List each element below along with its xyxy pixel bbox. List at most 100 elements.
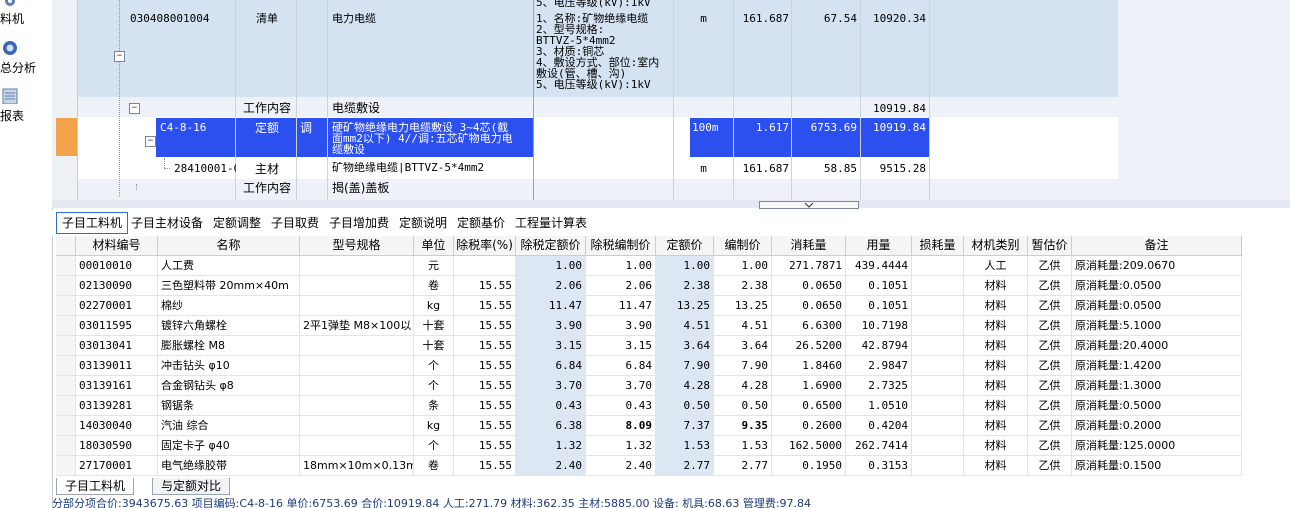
material-code-cell[interactable]: 14030040 — [76, 416, 158, 436]
collapse-toggle[interactable]: − — [145, 136, 156, 147]
unit-cell[interactable]: 个 — [414, 436, 454, 456]
quota-price-ex-tax-cell[interactable]: 2.40 — [516, 456, 586, 476]
category-cell[interactable]: 材料 — [964, 316, 1028, 336]
loss-cell[interactable] — [912, 316, 964, 336]
category-cell[interactable]: 材料 — [964, 396, 1028, 416]
material-name-cell[interactable]: 棉纱 — [158, 296, 300, 316]
tax-rate-cell[interactable]: 15.55 — [454, 376, 516, 396]
remark-cell[interactable]: 原消耗量:0.2000 — [1072, 416, 1242, 436]
unit-cell[interactable]: kg — [414, 296, 454, 316]
row-header[interactable] — [56, 436, 76, 456]
unit-cell[interactable]: 元 — [414, 256, 454, 276]
collapse-toggle[interactable]: − — [114, 51, 125, 62]
compile-price-ex-tax-cell[interactable]: 2.40 — [586, 456, 656, 476]
tax-rate-cell[interactable]: 15.55 — [454, 416, 516, 436]
splitter-handle[interactable] — [759, 201, 859, 209]
row-header[interactable] — [56, 296, 76, 316]
header-category[interactable]: 材机类别 — [964, 236, 1028, 256]
header-compile-price[interactable]: 编制价 — [714, 236, 772, 256]
quota-price-cell[interactable]: 3.64 — [656, 336, 714, 356]
quota-price-ex-tax-cell[interactable]: 3.90 — [516, 316, 586, 336]
loss-cell[interactable] — [912, 336, 964, 356]
compile-price-ex-tax-cell[interactable]: 1.00 — [586, 256, 656, 276]
loss-cell[interactable] — [912, 396, 964, 416]
header-material-code[interactable]: 材料编号 — [76, 236, 158, 256]
category-cell[interactable]: 材料 — [964, 416, 1028, 436]
tab-base-price[interactable]: 定额基价 — [457, 214, 505, 232]
loss-cell[interactable] — [912, 356, 964, 376]
remark-cell[interactable]: 原消耗量:1.4200 — [1072, 356, 1242, 376]
remark-cell[interactable]: 原消耗量:0.0500 — [1072, 296, 1242, 316]
estimate-cell[interactable]: 乙供 — [1028, 436, 1072, 456]
header-estimate[interactable]: 暂估价 — [1028, 236, 1072, 256]
unit-cell[interactable]: 卷 — [414, 276, 454, 296]
usage-cell[interactable]: 1.0510 — [846, 396, 912, 416]
compile-price-ex-tax-cell[interactable]: 8.09 — [586, 416, 656, 436]
tab-fees[interactable]: 子目取费 — [271, 214, 319, 232]
compile-price-ex-tax-cell[interactable]: 1.32 — [586, 436, 656, 456]
usage-cell[interactable]: 10.7198 — [846, 316, 912, 336]
spec-cell[interactable]: 18mm×10m×0.13mm — [300, 456, 414, 476]
compile-price-cell[interactable]: 0.50 — [714, 396, 772, 416]
material-name-cell[interactable]: 镀锌六角螺栓 — [158, 316, 300, 336]
material-name-cell[interactable]: 固定卡子 φ40 — [158, 436, 300, 456]
material-name-cell[interactable]: 电气绝缘胶带 — [158, 456, 300, 476]
bottom-tab-quota-compare[interactable]: 与定额对比 — [152, 478, 231, 495]
material-name-cell[interactable]: 钢锯条 — [158, 396, 300, 416]
compile-price-cell[interactable]: 1.00 — [714, 256, 772, 276]
quota-price-cell[interactable]: 1.53 — [656, 436, 714, 456]
material-code-cell[interactable]: 02130090 — [76, 276, 158, 296]
header-usage[interactable]: 用量 — [846, 236, 912, 256]
spec-cell[interactable] — [300, 396, 414, 416]
header-quota-price-ex-tax[interactable]: 除税定额价 — [516, 236, 586, 256]
consumption-cell[interactable]: 0.0650 — [772, 296, 846, 316]
row-header[interactable] — [56, 316, 76, 336]
quota-price-ex-tax-cell[interactable]: 6.84 — [516, 356, 586, 376]
row-header[interactable] — [56, 276, 76, 296]
compile-price-cell[interactable]: 9.35 — [714, 416, 772, 436]
material-code-cell[interactable]: 03139161 — [76, 376, 158, 396]
category-cell[interactable]: 材料 — [964, 456, 1028, 476]
category-cell[interactable]: 材料 — [964, 336, 1028, 356]
usage-cell[interactable]: 2.7325 — [846, 376, 912, 396]
category-cell[interactable]: 材料 — [964, 276, 1028, 296]
remark-cell[interactable]: 原消耗量:209.0670 — [1072, 256, 1242, 276]
loss-cell[interactable] — [912, 436, 964, 456]
compile-price-ex-tax-cell[interactable]: 3.15 — [586, 336, 656, 356]
row-header[interactable] — [56, 356, 76, 376]
spec-cell[interactable] — [300, 376, 414, 396]
tax-rate-cell[interactable]: 15.55 — [454, 316, 516, 336]
estimate-cell[interactable]: 乙供 — [1028, 416, 1072, 436]
unit-cell[interactable]: 卷 — [414, 456, 454, 476]
quota-price-ex-tax-cell[interactable]: 3.70 — [516, 376, 586, 396]
category-cell[interactable]: 材料 — [964, 376, 1028, 396]
category-cell[interactable]: 材料 — [964, 356, 1028, 376]
compile-price-ex-tax-cell[interactable]: 2.06 — [586, 276, 656, 296]
quota-price-ex-tax-cell[interactable]: 6.38 — [516, 416, 586, 436]
quota-price-ex-tax-cell[interactable]: 3.15 — [516, 336, 586, 356]
consumption-cell[interactable]: 162.5000 — [772, 436, 846, 456]
compile-price-cell[interactable]: 4.51 — [714, 316, 772, 336]
usage-cell[interactable]: 262.7414 — [846, 436, 912, 456]
remark-cell[interactable]: 原消耗量:1.3000 — [1072, 376, 1242, 396]
consumption-cell[interactable]: 0.1950 — [772, 456, 846, 476]
loss-cell[interactable] — [912, 376, 964, 396]
spec-cell[interactable] — [300, 256, 414, 276]
material-name-cell[interactable]: 人工费 — [158, 256, 300, 276]
consumption-cell[interactable]: 0.0650 — [772, 276, 846, 296]
loss-cell[interactable] — [912, 256, 964, 276]
remark-cell[interactable]: 原消耗量:20.4000 — [1072, 336, 1242, 356]
consumption-cell[interactable]: 0.6500 — [772, 396, 846, 416]
material-code-cell[interactable]: 03139011 — [76, 356, 158, 376]
estimate-cell[interactable]: 乙供 — [1028, 296, 1072, 316]
row-header[interactable] — [52, 157, 78, 180]
compile-price-cell[interactable]: 3.64 — [714, 336, 772, 356]
remark-cell[interactable]: 原消耗量:0.1500 — [1072, 456, 1242, 476]
tax-rate-cell[interactable]: 15.55 — [454, 356, 516, 376]
header-name[interactable]: 名称 — [158, 236, 300, 256]
row-header[interactable] — [56, 396, 76, 416]
compile-price-cell[interactable]: 2.38 — [714, 276, 772, 296]
usage-cell[interactable]: 42.8794 — [846, 336, 912, 356]
row-header[interactable] — [56, 376, 76, 396]
usage-cell[interactable]: 439.4444 — [846, 256, 912, 276]
